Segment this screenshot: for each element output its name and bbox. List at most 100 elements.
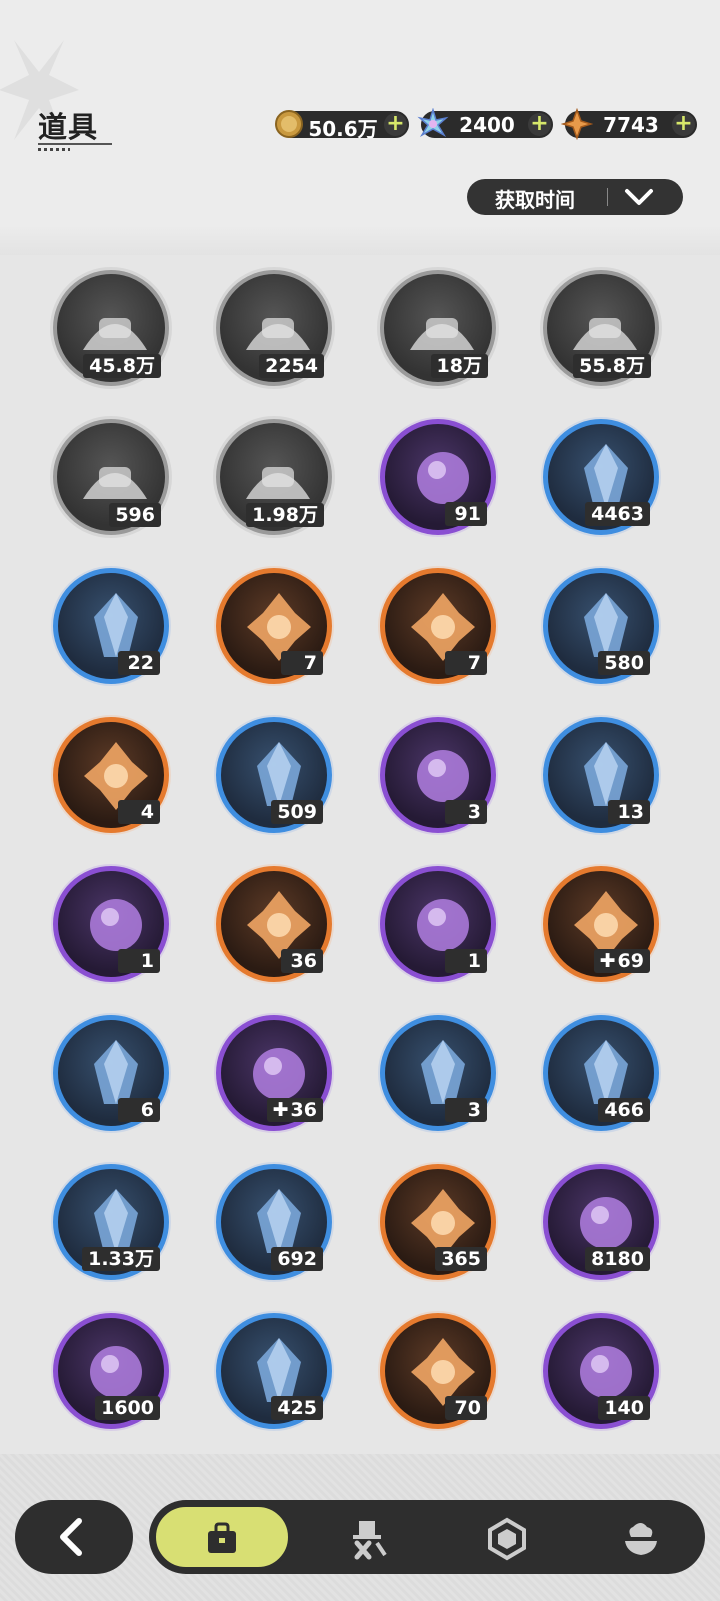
item-slot[interactable]: 580 bbox=[543, 568, 659, 684]
item-frame: 1 bbox=[53, 866, 169, 982]
item-slot[interactable]: 1600 bbox=[53, 1313, 169, 1429]
title-dots bbox=[38, 148, 70, 151]
item-slot[interactable]: 22 bbox=[53, 568, 169, 684]
item-quantity-value: 91 bbox=[454, 503, 481, 525]
item-frame: 1.33万 bbox=[53, 1164, 169, 1280]
dessert-icon bbox=[625, 1523, 657, 1555]
item-quantity: 365 bbox=[435, 1247, 487, 1271]
item-slot[interactable]: 7 bbox=[380, 568, 496, 684]
item-slot[interactable]: 140 bbox=[543, 1313, 659, 1429]
item-frame: 466 bbox=[543, 1015, 659, 1131]
star-shard-icon bbox=[561, 108, 593, 140]
item-slot[interactable]: 36 bbox=[216, 866, 332, 982]
item-quantity-value: 2254 bbox=[265, 355, 318, 377]
item-quantity-value: 7 bbox=[303, 652, 317, 674]
add-star-button[interactable]: + bbox=[672, 113, 695, 136]
item-frame: 365 bbox=[380, 1164, 496, 1280]
tab-equipment[interactable] bbox=[307, 1500, 427, 1574]
item-quantity: 18万 bbox=[430, 354, 488, 378]
item-frame: 1 bbox=[380, 866, 496, 982]
item-quantity-value: 1600 bbox=[101, 1397, 154, 1419]
item-quantity: 8180 bbox=[585, 1247, 650, 1271]
item-quantity: 2254 bbox=[259, 354, 324, 378]
item-quantity: ✚ 36 bbox=[266, 1098, 323, 1122]
item-slot[interactable]: 8180 bbox=[543, 1164, 659, 1280]
item-quantity: 4 bbox=[118, 800, 160, 824]
item-quantity: 13 bbox=[608, 800, 650, 824]
item-quantity-value: 1 bbox=[140, 950, 154, 972]
puzzle-piece-icon: ✚ bbox=[599, 950, 616, 972]
sort-divider bbox=[607, 188, 608, 206]
sort-label: 获取时间 bbox=[495, 188, 575, 212]
item-slot[interactable]: 425 bbox=[216, 1313, 332, 1429]
item-frame: 22 bbox=[53, 568, 169, 684]
back-button[interactable] bbox=[15, 1500, 133, 1574]
item-quantity: 1.33万 bbox=[82, 1247, 160, 1271]
item-quantity: 1 bbox=[118, 949, 160, 973]
item-frame: 140 bbox=[543, 1313, 659, 1429]
item-slot[interactable]: 1 bbox=[53, 866, 169, 982]
item-quantity-value: 596 bbox=[115, 504, 155, 526]
add-gold-button[interactable]: + bbox=[384, 113, 407, 136]
item-quantity-value: 70 bbox=[454, 1397, 481, 1419]
item-slot[interactable]: 4463 bbox=[543, 419, 659, 535]
header: 道具 50.6万 + 2400 + 7743 + 获取时间 bbox=[0, 0, 720, 240]
item-quantity-value: 1 bbox=[467, 950, 481, 972]
tab-gems[interactable] bbox=[445, 1500, 565, 1574]
chevron-down-icon bbox=[625, 189, 653, 205]
item-slot[interactable]: 6 bbox=[53, 1015, 169, 1131]
item-quantity-value: 466 bbox=[604, 1099, 644, 1121]
item-slot[interactable]: 509 bbox=[216, 717, 332, 833]
item-frame: 509 bbox=[216, 717, 332, 833]
item-slot[interactable]: ✚ 69 bbox=[543, 866, 659, 982]
item-frame: 1600 bbox=[53, 1313, 169, 1429]
item-quantity: 509 bbox=[271, 800, 323, 824]
item-frame: 8180 bbox=[543, 1164, 659, 1280]
crystal-flower-icon bbox=[417, 108, 449, 137]
item-quantity-value: 8180 bbox=[591, 1248, 644, 1270]
item-quantity: 3 bbox=[445, 800, 487, 824]
item-quantity-value: 6 bbox=[140, 1099, 154, 1121]
item-quantity-value: 692 bbox=[277, 1248, 317, 1270]
item-slot[interactable]: 3 bbox=[380, 1015, 496, 1131]
item-slot[interactable]: 365 bbox=[380, 1164, 496, 1280]
item-quantity: 91 bbox=[445, 502, 487, 526]
currency-crystal-value: 2400 bbox=[459, 113, 515, 137]
sort-dropdown[interactable]: 获取时间 bbox=[467, 179, 683, 215]
item-slot[interactable]: 91 bbox=[380, 419, 496, 535]
tab-bag[interactable] bbox=[153, 1504, 291, 1570]
bag-icon bbox=[208, 1522, 236, 1553]
item-quantity-value: 3 bbox=[467, 801, 481, 823]
tab-food[interactable] bbox=[579, 1500, 699, 1574]
currency-star-value: 7743 bbox=[603, 113, 659, 137]
item-frame: 692 bbox=[216, 1164, 332, 1280]
item-frame: 7 bbox=[216, 568, 332, 684]
item-quantity: 1600 bbox=[95, 1396, 160, 1420]
gold-coin-icon bbox=[275, 110, 303, 138]
item-slot[interactable]: 45.8万 bbox=[53, 270, 169, 386]
item-slot[interactable]: 1 bbox=[380, 866, 496, 982]
item-slot[interactable]: 3 bbox=[380, 717, 496, 833]
item-slot[interactable]: 466 bbox=[543, 1015, 659, 1131]
item-slot[interactable]: 18万 bbox=[380, 270, 496, 386]
item-slot[interactable]: 13 bbox=[543, 717, 659, 833]
item-quantity: 55.8万 bbox=[573, 354, 651, 378]
item-quantity-value: 36 bbox=[290, 1099, 317, 1121]
item-slot[interactable]: 2254 bbox=[216, 270, 332, 386]
item-slot[interactable]: ✚ 36 bbox=[216, 1015, 332, 1131]
item-frame: 18万 bbox=[380, 270, 496, 386]
item-slot[interactable]: 1.98万 bbox=[216, 419, 332, 535]
item-quantity: 1.98万 bbox=[246, 503, 324, 527]
item-slot[interactable]: 7 bbox=[216, 568, 332, 684]
item-slot[interactable]: 55.8万 bbox=[543, 270, 659, 386]
item-frame: ✚ 36 bbox=[216, 1015, 332, 1131]
item-slot[interactable]: 1.33万 bbox=[53, 1164, 169, 1280]
item-slot[interactable]: 596 bbox=[53, 419, 169, 535]
item-slot[interactable]: 4 bbox=[53, 717, 169, 833]
item-quantity: 466 bbox=[598, 1098, 650, 1122]
item-quantity: 70 bbox=[445, 1396, 487, 1420]
item-slot[interactable]: 692 bbox=[216, 1164, 332, 1280]
item-slot[interactable]: 70 bbox=[380, 1313, 496, 1429]
add-crystal-button[interactable]: + bbox=[528, 113, 551, 136]
item-frame: 7 bbox=[380, 568, 496, 684]
